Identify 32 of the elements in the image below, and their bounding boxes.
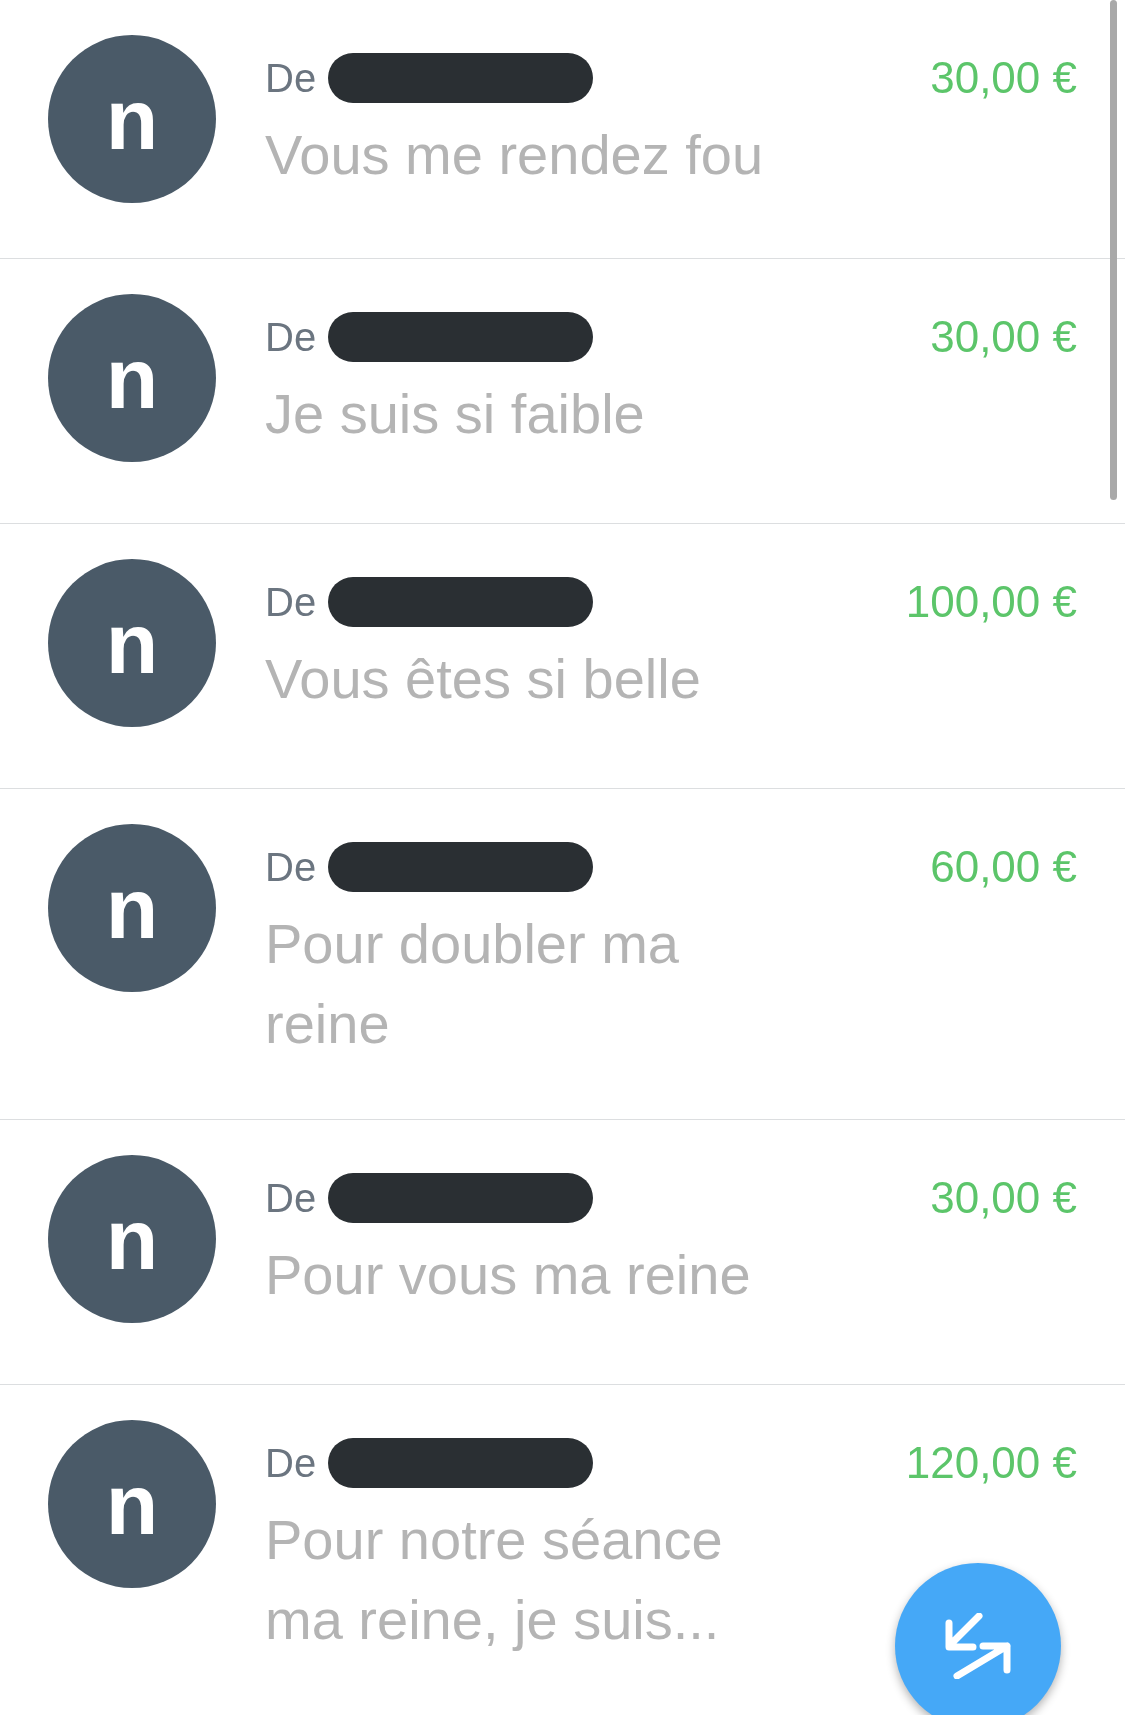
scrollbar[interactable]	[1110, 0, 1117, 500]
transaction-message: Pour doubler ma reine	[265, 911, 680, 1057]
transaction-message: Vous êtes si belle	[265, 646, 702, 712]
sender-label: De	[265, 1440, 317, 1487]
transaction-row[interactable]: n De 100,00 € Vous êtes si belle	[0, 524, 1125, 789]
sender-label: De	[265, 844, 317, 891]
transaction-row[interactable]: n De 30,00 € Pour vous ma reine	[0, 1120, 1125, 1385]
transaction-row[interactable]: n De 30,00 € Je suis si faible	[0, 259, 1125, 524]
avatar: n	[48, 824, 216, 992]
sender-label: De	[265, 579, 317, 626]
amount: 120,00 €	[905, 1437, 1077, 1489]
transaction-message: Je suis si faible	[265, 381, 646, 447]
transaction-message: Pour vous ma reine	[265, 1242, 752, 1308]
transaction-message: Vous me rendez fou	[265, 122, 765, 188]
transfer-button[interactable]	[895, 1563, 1061, 1715]
transaction-row[interactable]: n De 30,00 € Vous me rendez fou	[0, 0, 1125, 259]
amount: 30,00 €	[930, 1172, 1077, 1224]
transaction-row[interactable]: n De 60,00 € Pour doubler ma reine	[0, 789, 1125, 1120]
amount: 30,00 €	[930, 52, 1077, 104]
avatar: n	[48, 294, 216, 462]
arrows-icon	[945, 1613, 1011, 1679]
amount: 60,00 €	[930, 841, 1077, 893]
sender-label: De	[265, 55, 317, 102]
avatar: n	[48, 559, 216, 727]
amount: 100,00 €	[905, 576, 1077, 628]
avatar: n	[48, 35, 216, 203]
avatar: n	[48, 1155, 216, 1323]
sender-label: De	[265, 1175, 317, 1222]
amount: 30,00 €	[930, 311, 1077, 363]
avatar: n	[48, 1420, 216, 1588]
transaction-message: Pour notre séance ma reine, je suis...	[265, 1507, 724, 1653]
sender-label: De	[265, 314, 317, 361]
